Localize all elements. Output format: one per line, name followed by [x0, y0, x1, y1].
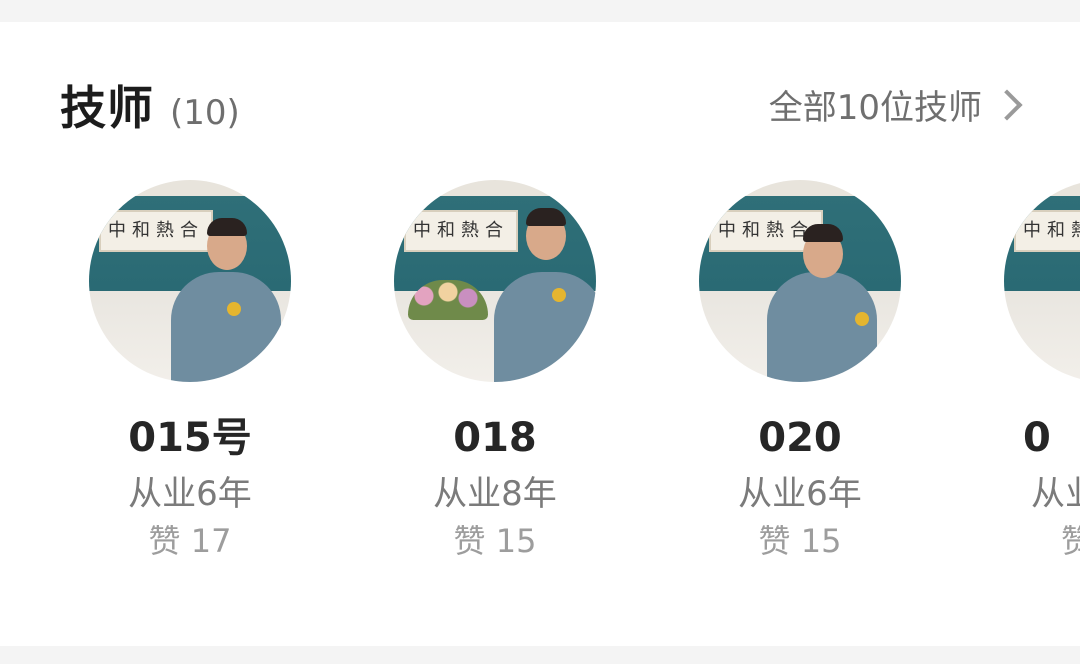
technician-name: 015号	[128, 415, 252, 461]
technician-card[interactable]: 中和熱合 0 从业 赞	[955, 180, 1080, 562]
technician-list: 中和熱合 015号 从业6年 赞 17 中和熱合 018 从业8年 赞 15 中…	[0, 180, 1080, 620]
badge-icon	[227, 302, 241, 316]
technician-experience: 从业	[1031, 474, 1080, 514]
wall-banner: 中和熱合	[1014, 210, 1080, 252]
badge-icon	[552, 288, 566, 302]
technician-experience: 从业6年	[128, 474, 252, 514]
technician-card[interactable]: 中和熱合 018 从业8年 赞 15	[345, 180, 645, 562]
technician-card[interactable]: 中和熱合 015号 从业6年 赞 17	[40, 180, 340, 562]
avatar-hair	[803, 224, 843, 242]
avatar-body	[171, 272, 281, 382]
technician-name: 0	[1023, 415, 1051, 461]
avatar-hair	[207, 218, 247, 236]
technician-experience: 从业6年	[738, 474, 862, 514]
avatar-hair	[526, 208, 566, 226]
technician-name: 020	[758, 415, 842, 461]
avatar-body	[767, 272, 877, 382]
technicians-card: 技师 (10) 全部10位技师 中和熱合 015号 从业6年 赞 17 中和熱合	[0, 22, 1080, 646]
avatar-body	[494, 272, 596, 382]
technician-likes: 赞 17	[148, 522, 232, 560]
flower-arrangement	[408, 280, 488, 320]
wall-banner: 中和熱合	[404, 210, 518, 252]
technician-likes: 赞 15	[453, 522, 537, 560]
badge-icon	[855, 312, 869, 326]
technician-avatar: 中和熱合	[1004, 180, 1080, 382]
technician-likes: 赞	[1061, 522, 1080, 560]
view-all-label: 全部10位技师	[768, 88, 982, 128]
technician-count: (10)	[170, 93, 240, 133]
section-title: 技师	[60, 81, 154, 135]
wall-banner: 中和熱合	[99, 210, 213, 252]
technician-likes: 赞 15	[758, 522, 842, 560]
section-header: 技师 (10)	[60, 72, 240, 138]
technician-name: 018	[453, 415, 537, 461]
technician-card[interactable]: 中和熱合 020 从业6年 赞 15	[650, 180, 950, 562]
technician-experience: 从业8年	[433, 474, 557, 514]
view-all-technicians-link[interactable]: 全部10位技师	[769, 80, 1024, 129]
technician-avatar: 中和熱合	[89, 180, 291, 382]
technician-avatar: 中和熱合	[699, 180, 901, 382]
chevron-right-icon	[991, 88, 1023, 121]
technician-avatar: 中和熱合	[394, 180, 596, 382]
